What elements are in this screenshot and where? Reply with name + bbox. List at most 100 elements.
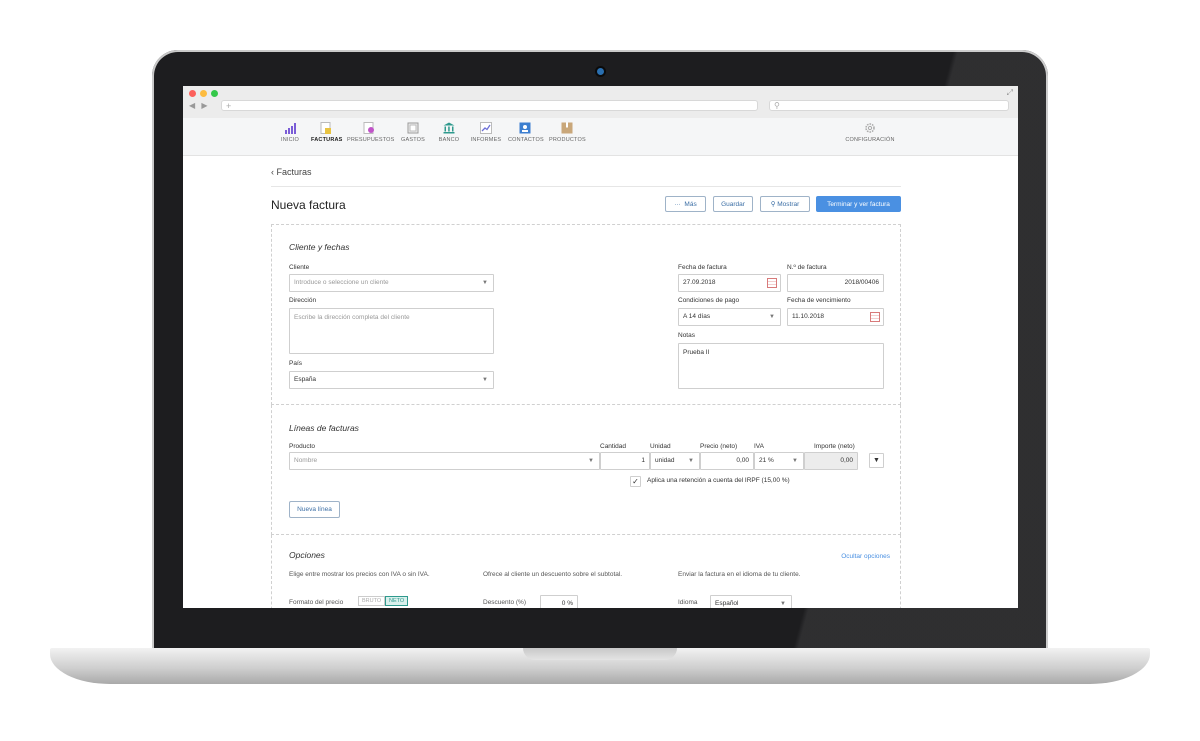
price-format-description: Elige entre mostrar los precios con IVA …	[289, 571, 430, 578]
nav-item-gastos[interactable]: GASTOS	[399, 122, 427, 143]
nav-label: FACTURAS	[311, 137, 343, 143]
chevron-down-icon: ▼	[688, 458, 694, 464]
close-window-button[interactable]	[189, 90, 196, 97]
due-date-label: Fecha de vencimiento	[787, 297, 851, 304]
address-label: Dirección	[289, 297, 317, 304]
maximize-window-button[interactable]	[211, 90, 218, 97]
calendar-icon[interactable]	[870, 312, 880, 322]
invoice-date-value: 27.09.2018	[683, 279, 716, 286]
page-title: Nueva factura	[271, 198, 346, 212]
nav-label: BANCO	[438, 137, 460, 143]
discount-label: Descuento (%)	[483, 599, 526, 606]
address-field[interactable]: Escribe la dirección completa del client…	[289, 308, 494, 354]
nav-label: PRODUCTOS	[549, 137, 586, 143]
webcam-icon	[597, 68, 604, 75]
country-label: País	[289, 360, 303, 367]
nav-item-presupuestos[interactable]: PRESUPUESTOS	[347, 122, 394, 143]
show-button[interactable]: ⚲ Mostrar	[760, 196, 810, 212]
back-forward-buttons[interactable]: ◀ ▶	[189, 101, 210, 110]
nav-item-informes[interactable]: INFORMES	[470, 122, 502, 143]
vat-select[interactable]: 21 % ▼	[754, 452, 804, 470]
chevron-down-icon: ▼	[482, 377, 488, 383]
country-select[interactable]: España ▼	[289, 371, 494, 389]
finish-and-view-button[interactable]: Terminar y ver factura	[816, 196, 901, 212]
ellipsis-icon: ···	[674, 201, 681, 208]
product-select[interactable]: Nombre ▼	[289, 452, 600, 470]
more-button[interactable]: ··· Más	[665, 196, 706, 212]
invoice-number-field[interactable]: 2018/00406	[787, 274, 884, 292]
amount-field: 0,00	[804, 452, 858, 470]
client-dates-card: Cliente y fechas Cliente Introduce o sel…	[271, 224, 901, 405]
language-label: Idioma	[678, 599, 698, 606]
minimize-window-button[interactable]	[200, 90, 207, 97]
options-card: Opciones Ocultar opciones Elige entre mo…	[271, 535, 901, 608]
payment-terms-label: Condiciones de pago	[678, 297, 740, 304]
new-line-button[interactable]: Nueva línea	[289, 501, 340, 518]
address-bar[interactable]: +	[221, 100, 758, 111]
section-title-lines: Líneas de facturas	[289, 423, 359, 433]
chevron-down-icon: ▼	[482, 280, 488, 286]
discount-field[interactable]: 0 %	[540, 595, 578, 608]
price-gross-toggle[interactable]: BRUTO	[358, 596, 386, 606]
new-tab-icon[interactable]: +	[226, 101, 231, 111]
section-title-client: Cliente y fechas	[289, 242, 350, 252]
price-format-label: Formato del precio	[289, 599, 344, 606]
nav-item-inicio[interactable]: INICIO	[279, 122, 301, 143]
vat-value: 21 %	[759, 457, 774, 464]
nav-label: GASTOS	[400, 137, 426, 143]
payment-terms-value: A 14 días	[683, 313, 711, 320]
show-button-label: Mostrar	[777, 201, 800, 208]
calendar-icon[interactable]	[767, 278, 777, 288]
nav-item-contactos[interactable]: CONTACTOS	[508, 122, 544, 143]
nav-item-configuracion[interactable]: CONFIGURACIÓN	[845, 122, 895, 143]
checkmark-icon: ✓	[632, 477, 639, 486]
language-select[interactable]: Español ▼	[710, 595, 792, 608]
gear-icon	[865, 123, 875, 133]
bar-chart-icon	[285, 123, 296, 134]
invoice-date-field[interactable]: 27.09.2018	[678, 274, 781, 292]
chevron-down-icon: ▼	[792, 458, 798, 464]
price-net-toggle[interactable]: NETO	[385, 596, 409, 606]
expenses-icon	[407, 122, 419, 134]
bank-icon	[443, 122, 455, 134]
price-field[interactable]: 0,00	[700, 452, 754, 470]
payment-terms-select[interactable]: A 14 días ▼	[678, 308, 781, 326]
col-vat: IVA	[754, 443, 764, 450]
hide-options-link[interactable]: Ocultar opciones	[841, 553, 890, 560]
save-button[interactable]: Guardar	[713, 196, 753, 212]
due-date-value: 11.10.2018	[792, 313, 825, 320]
browser-search-bar[interactable]: ⚲	[769, 100, 1009, 111]
search-icon: ⚲	[770, 201, 776, 208]
client-select[interactable]: Introduce o seleccione un cliente ▼	[289, 274, 494, 292]
nav-label: CONTACTOS	[508, 137, 544, 143]
notes-field[interactable]: Prueba II	[678, 343, 884, 389]
nav-item-facturas[interactable]: FACTURAS	[311, 122, 343, 143]
divider	[271, 186, 901, 187]
quantity-field[interactable]: 1	[600, 452, 650, 470]
unit-select[interactable]: unidad ▼	[650, 452, 700, 470]
chevron-down-icon: ▼	[780, 601, 786, 607]
row-options-button[interactable]: ▼	[869, 453, 884, 468]
nav-label: CONFIGURACIÓN	[845, 137, 895, 143]
products-icon	[561, 122, 573, 134]
quote-icon	[363, 122, 374, 134]
unit-value: unidad	[655, 457, 675, 464]
invoice-number-label: N.º de factura	[787, 264, 827, 271]
due-date-field[interactable]: 11.10.2018	[787, 308, 884, 326]
irpf-label: Aplica una retención a cuenta del IRPF (…	[647, 477, 790, 484]
app-navigation: INICIO FACTURAS PRESUPUESTOS GASTOS BANC…	[183, 118, 1018, 156]
product-placeholder: Nombre	[294, 457, 318, 464]
col-price: Precio (neto)	[700, 443, 738, 450]
caret-down-icon: ▼	[873, 457, 880, 464]
nav-item-productos[interactable]: PRODUCTOS	[549, 122, 586, 143]
section-title-options: Opciones	[289, 550, 325, 560]
client-placeholder: Introduce o seleccione un cliente	[294, 279, 389, 286]
irpf-checkbox[interactable]: ✓	[630, 476, 641, 487]
client-label: Cliente	[289, 264, 310, 271]
col-unit: Unidad	[650, 443, 671, 450]
fullscreen-icon[interactable]: ⤢	[1007, 88, 1013, 98]
col-product: Producto	[289, 443, 316, 450]
nav-item-banco[interactable]: BANCO	[437, 122, 461, 143]
invoice-date-label: Fecha de factura	[678, 264, 727, 271]
breadcrumb[interactable]: ‹ Facturas	[271, 167, 312, 177]
